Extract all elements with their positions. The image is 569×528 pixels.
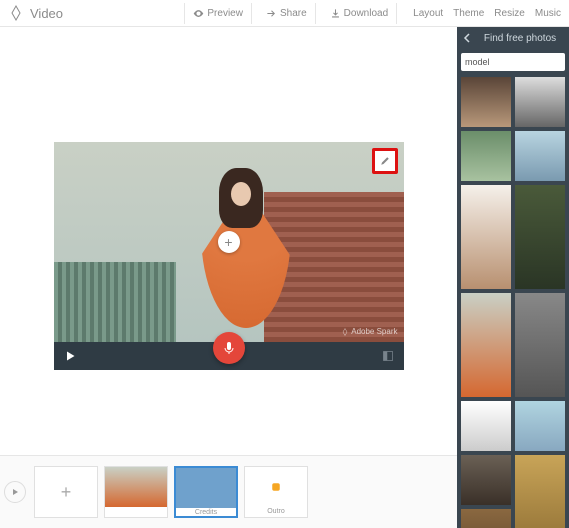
timeline-slide[interactable]: Outro [244, 466, 308, 518]
timeline-label: Outro [245, 507, 307, 517]
plus-icon: + [224, 234, 232, 250]
photo-result[interactable] [461, 509, 511, 528]
right-menu: Layout Theme Resize Music [413, 8, 561, 19]
record-voice-button[interactable] [213, 332, 245, 364]
photo-result[interactable] [461, 401, 511, 451]
slide-image[interactable]: Adobe Spark + [54, 142, 404, 342]
layout-toggle-button[interactable] [382, 350, 394, 362]
watermark: Adobe Spark [341, 327, 397, 336]
back-icon [463, 33, 471, 43]
theme-button[interactable]: Theme [453, 8, 484, 19]
timeline-thumb [176, 468, 236, 508]
photo-result[interactable] [515, 77, 565, 127]
photo-result[interactable] [515, 131, 565, 181]
photo-result[interactable] [515, 455, 565, 528]
timeline-play-button[interactable] [4, 481, 26, 503]
app-title: Video [30, 6, 63, 21]
back-button[interactable] [463, 33, 471, 43]
spark-mark-icon [341, 328, 349, 336]
canvas-area: Adobe Spark + [0, 27, 457, 528]
timeline-slide[interactable] [104, 466, 168, 518]
timeline: + Credits Outro [0, 456, 457, 528]
layout-icon [382, 350, 394, 362]
music-button[interactable]: Music [535, 8, 561, 19]
eye-icon [193, 8, 204, 19]
resize-button[interactable]: Resize [494, 8, 525, 19]
photo-gallery [457, 77, 569, 528]
timeline-slide[interactable]: Credits [174, 466, 238, 518]
photo-panel: Find free photos [457, 27, 569, 528]
share-button[interactable]: Share [258, 3, 316, 24]
pencil-icon [379, 155, 391, 167]
panel-header: Find free photos [457, 27, 569, 49]
photo-result[interactable] [515, 185, 565, 289]
play-icon [64, 350, 76, 362]
download-button[interactable]: Download [322, 3, 397, 24]
slide-controls [54, 342, 404, 370]
preview-button[interactable]: Preview [184, 3, 252, 24]
slide: Adobe Spark + [54, 142, 404, 370]
download-label: Download [344, 8, 388, 19]
download-icon [330, 8, 341, 19]
add-content-button[interactable]: + [218, 231, 240, 253]
layout-button[interactable]: Layout [413, 8, 443, 19]
plus-icon: + [61, 482, 72, 503]
stage: Adobe Spark + [0, 27, 457, 456]
photo-result[interactable] [461, 293, 511, 397]
spark-mark-icon [271, 482, 281, 492]
photo-result[interactable] [461, 185, 511, 289]
share-icon [266, 8, 277, 19]
photo-result[interactable] [461, 77, 511, 127]
photo-result[interactable] [515, 293, 565, 397]
mic-icon [223, 341, 235, 355]
photo-result[interactable] [461, 131, 511, 181]
watermark-text: Adobe Spark [351, 327, 397, 336]
play-button[interactable] [64, 350, 76, 362]
spark-logo-icon [8, 5, 24, 21]
topbar: Video Preview Share Download Layout Them… [0, 0, 569, 27]
search-input[interactable] [465, 57, 569, 67]
play-icon [11, 488, 19, 496]
timeline-thumb [105, 467, 167, 507]
share-label: Share [280, 8, 307, 19]
panel-title: Find free photos [477, 33, 563, 44]
timeline-label: Credits [176, 508, 236, 518]
edit-scale-handle[interactable] [372, 148, 398, 174]
timeline-thumb [245, 467, 307, 507]
preview-label: Preview [207, 8, 243, 19]
photo-result[interactable] [461, 455, 511, 505]
photo-result[interactable] [515, 401, 565, 451]
search-row [461, 53, 565, 71]
add-slide-button[interactable]: + [34, 466, 98, 518]
